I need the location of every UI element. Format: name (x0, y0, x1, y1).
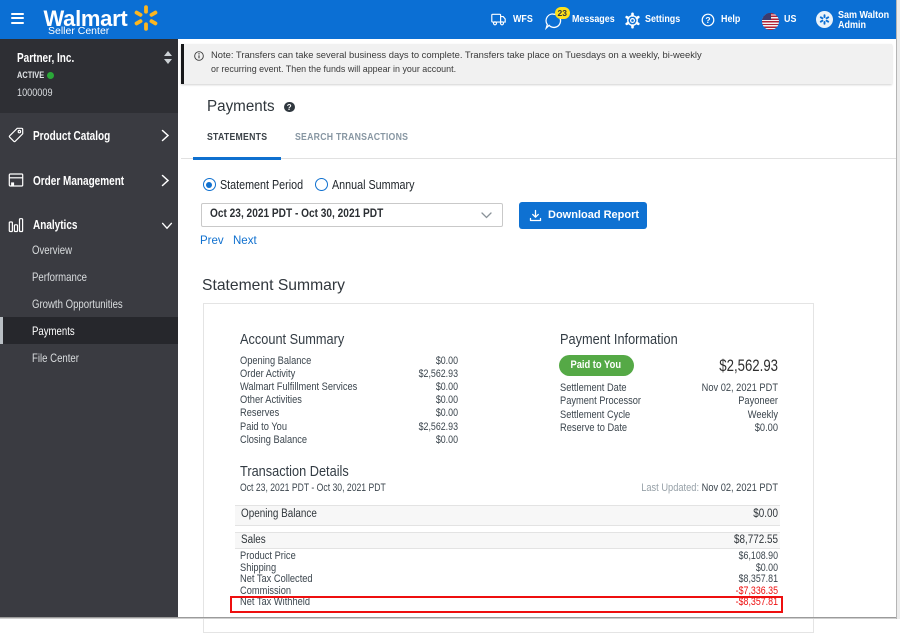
svg-text:?: ? (705, 15, 710, 25)
